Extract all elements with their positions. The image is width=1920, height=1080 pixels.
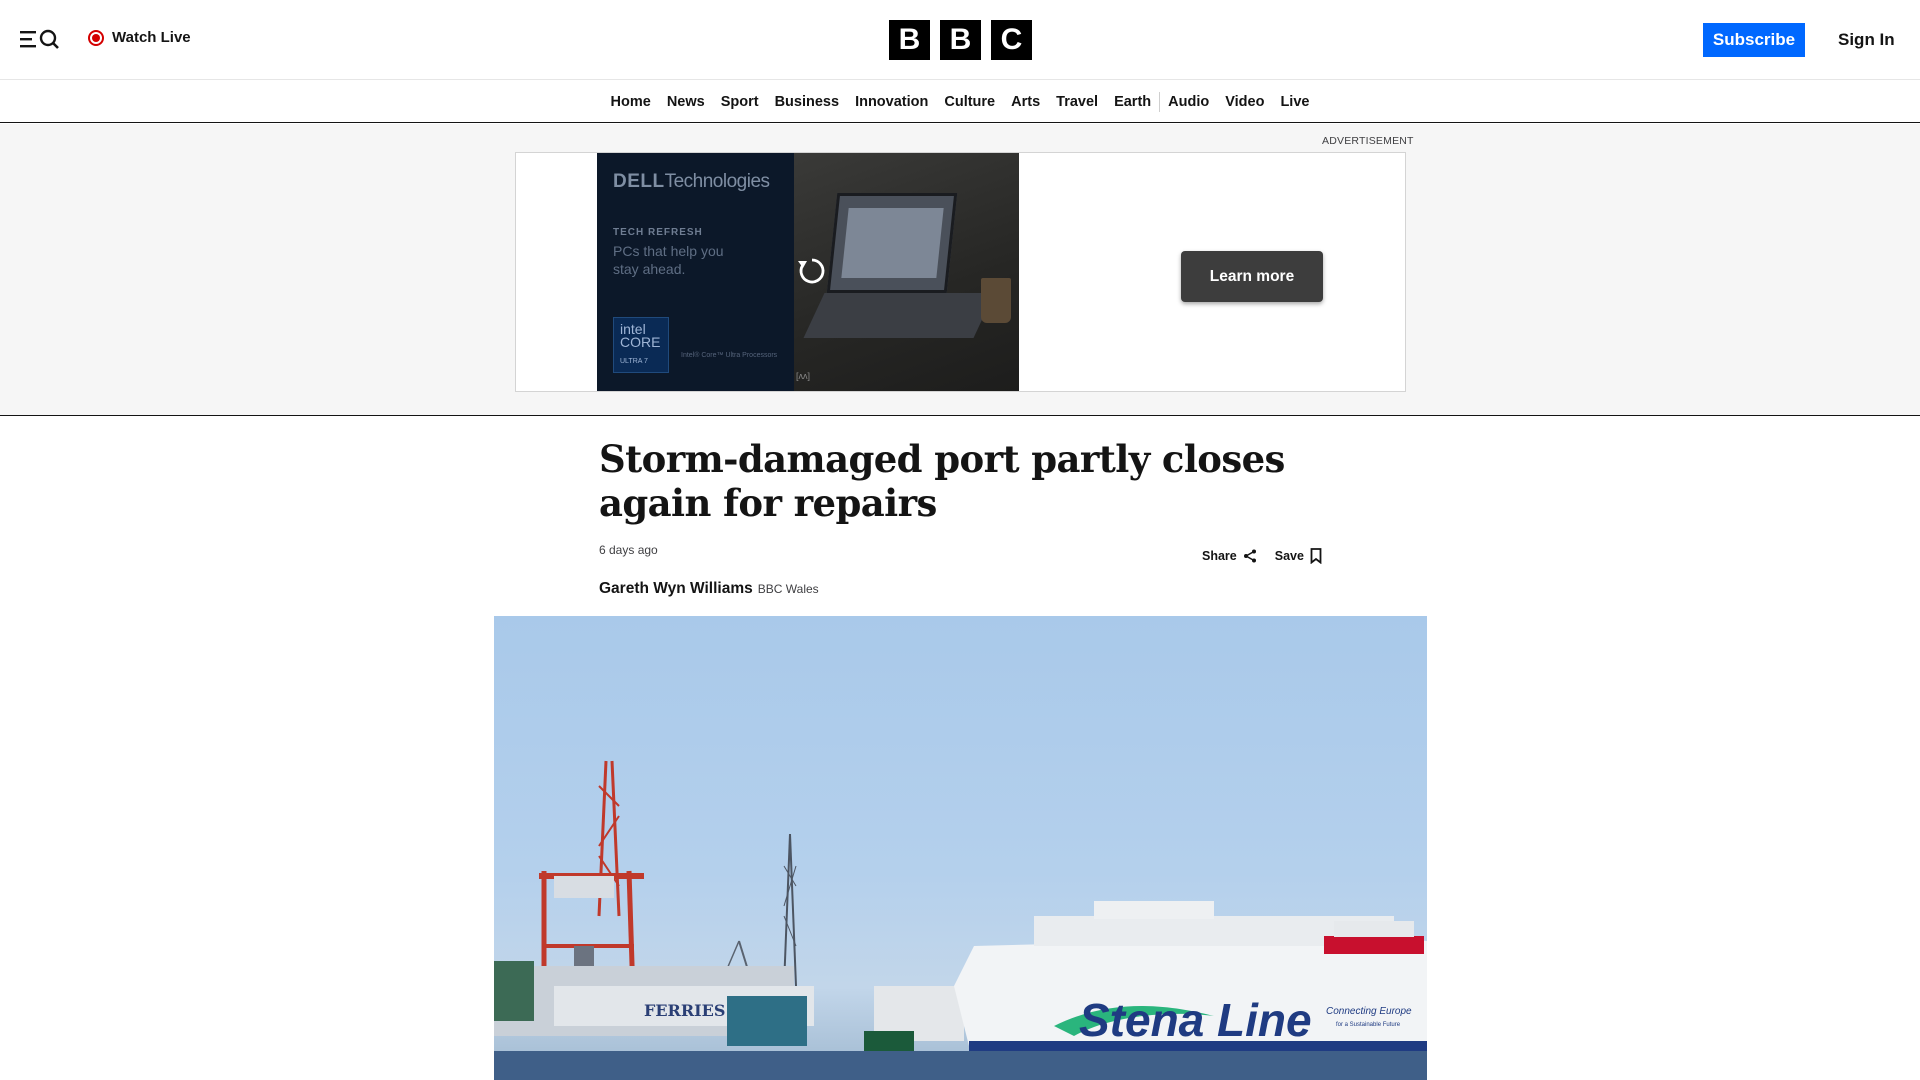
ad-corner-tag: [ʌʌ] bbox=[796, 371, 811, 381]
hero-image: FERRIES Stena Line Connecting Europe for… bbox=[494, 616, 1427, 1080]
coffee-cup-shape bbox=[981, 278, 1011, 323]
top-header: Watch Live B B C Subscribe Sign In bbox=[0, 0, 1920, 80]
article-headline: Storm-damaged port partly closes again f… bbox=[599, 437, 1285, 525]
ad-brand-bold: DELL bbox=[613, 171, 665, 192]
laptop-base-shape bbox=[803, 293, 995, 338]
logo-letter-1: B bbox=[889, 20, 930, 60]
advertisement-label: ADVERTISEMENT bbox=[1322, 135, 1414, 147]
chip-note: Intel® Core™ Ultra Processors bbox=[681, 352, 778, 359]
terminal-building bbox=[727, 996, 807, 1046]
intel-chip-badge: intel CORE ULTRA 7 bbox=[613, 317, 669, 373]
bbc-logo[interactable]: B B C bbox=[889, 20, 1032, 60]
share-button[interactable]: Share bbox=[1202, 549, 1257, 563]
bookmark-icon bbox=[1310, 548, 1322, 564]
nav-item-business[interactable]: Business bbox=[767, 92, 847, 112]
laptop-screen-shape bbox=[826, 193, 958, 293]
nav-item-live[interactable]: Live bbox=[1272, 92, 1317, 112]
ad-creative[interactable]: DELLTechnologies TECH REFRESH PCs that h… bbox=[597, 153, 1019, 391]
ship-slogan-sub-text: for a Sustainable Future bbox=[1336, 1022, 1401, 1028]
ship-livery-text: Stena Line bbox=[1079, 994, 1312, 1046]
crane-cab bbox=[554, 876, 614, 898]
advertisement-zone: ADVERTISEMENT DELLTechnologies TECH REFR… bbox=[0, 124, 1920, 416]
ferries-text: FERRIES bbox=[644, 1001, 725, 1020]
author-outlet: BBC Wales bbox=[757, 582, 819, 596]
logo-letter-3: C bbox=[991, 20, 1032, 60]
menu-search-icon bbox=[20, 29, 59, 49]
ad-learn-more-button[interactable]: Learn more bbox=[1181, 251, 1323, 302]
ad-brand-rest: Technologies bbox=[664, 171, 770, 192]
nav-item-arts[interactable]: Arts bbox=[1003, 92, 1048, 112]
ad-tagline: PCs that help you stay ahead. bbox=[613, 243, 724, 277]
nav-item-audio[interactable]: Audio bbox=[1159, 91, 1217, 112]
nav-item-video[interactable]: Video bbox=[1217, 92, 1272, 112]
chip-line-2: CORE bbox=[620, 334, 661, 350]
live-dot-icon bbox=[88, 29, 104, 46]
menu-search-button[interactable] bbox=[20, 26, 62, 52]
nav-item-home[interactable]: Home bbox=[603, 92, 659, 112]
share-icon bbox=[1243, 549, 1256, 563]
nav-item-news[interactable]: News bbox=[659, 92, 713, 112]
nav-item-travel[interactable]: Travel bbox=[1048, 92, 1106, 112]
harbour-water bbox=[494, 1051, 1427, 1080]
nav-item-culture[interactable]: Culture bbox=[936, 92, 1003, 112]
nav-item-sport[interactable]: Sport bbox=[713, 92, 767, 112]
share-save-row: Share Save bbox=[1202, 548, 1322, 564]
chip-line-3: ULTRA 7 bbox=[620, 358, 648, 365]
save-button[interactable]: Save bbox=[1275, 548, 1322, 564]
logo-letter-2: B bbox=[940, 20, 981, 60]
ad-text-panel: DELLTechnologies TECH REFRESH PCs that h… bbox=[597, 153, 794, 391]
ad-frame[interactable]: DELLTechnologies TECH REFRESH PCs that h… bbox=[515, 152, 1406, 392]
watch-live-link[interactable]: Watch Live bbox=[88, 29, 191, 46]
port-scene-illustration: FERRIES Stena Line Connecting Europe for… bbox=[494, 760, 1427, 1080]
replay-icon[interactable] bbox=[794, 253, 830, 289]
ship-slogan-text: Connecting Europe bbox=[1326, 1006, 1412, 1017]
watch-live-label: Watch Live bbox=[112, 29, 191, 46]
author-name[interactable]: Gareth Wyn Williams bbox=[599, 580, 753, 598]
subscribe-button[interactable]: Subscribe bbox=[1703, 23, 1805, 57]
nav-item-earth[interactable]: Earth bbox=[1106, 92, 1159, 112]
save-label: Save bbox=[1274, 549, 1304, 563]
ad-kicker: TECH REFRESH bbox=[613, 227, 703, 238]
byline: Gareth Wyn Williams BBC Wales bbox=[599, 580, 819, 598]
ad-brand-logo: DELLTechnologies bbox=[613, 171, 770, 193]
sign-in-link[interactable]: Sign In bbox=[1838, 30, 1895, 50]
lattice-mast bbox=[783, 833, 797, 987]
article-timestamp: 6 days ago bbox=[599, 543, 658, 557]
tug-boat bbox=[864, 1031, 914, 1051]
share-label: Share bbox=[1202, 549, 1237, 563]
nav-item-innovation[interactable]: Innovation bbox=[847, 92, 936, 112]
ad-photo-panel: [ʌʌ] bbox=[794, 153, 1019, 391]
main-nav: Home News Sport Business Innovation Cult… bbox=[0, 81, 1920, 123]
